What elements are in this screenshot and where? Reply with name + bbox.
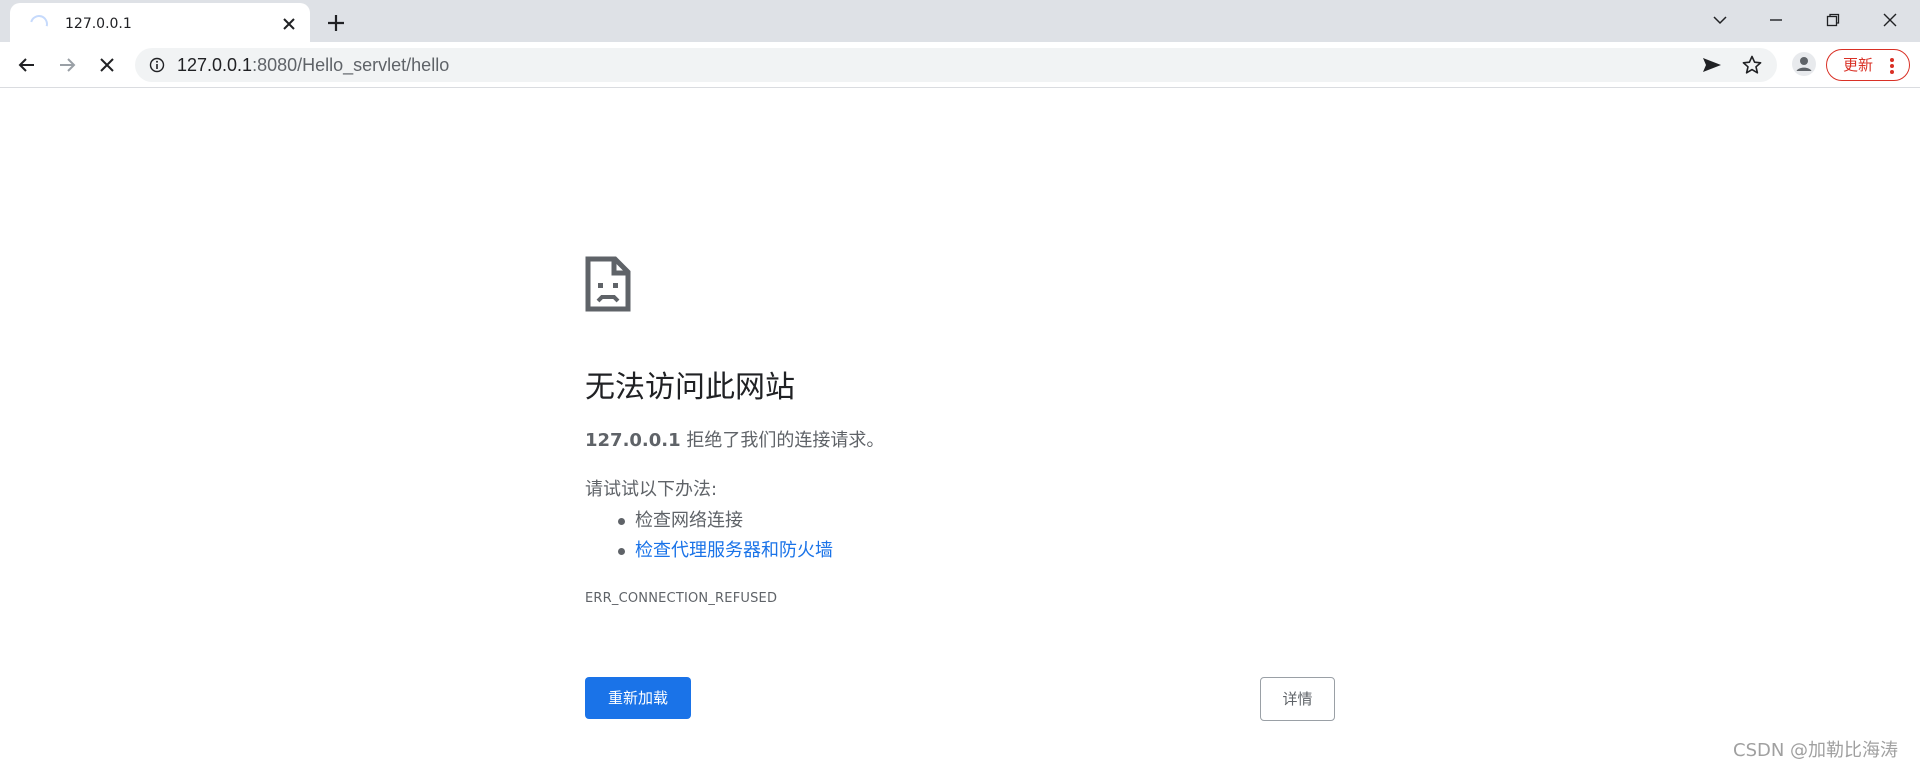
update-label: 更新 <box>1843 56 1874 74</box>
forward-arrow-icon[interactable] <box>52 50 82 80</box>
chevron-down-icon[interactable] <box>1700 6 1740 34</box>
url-text[interactable]: 127.0.0.1:8080/Hello_servlet/hello <box>177 55 449 75</box>
try-label: 请试试以下办法: <box>585 479 718 500</box>
info-icon[interactable] <box>149 57 165 73</box>
back-arrow-icon[interactable] <box>12 50 42 80</box>
loading-spinner-icon <box>26 11 52 37</box>
error-host: 127.0.0.1 <box>585 430 681 451</box>
address-bar[interactable]: 127.0.0.1:8080/Hello_servlet/hello <box>135 48 1777 82</box>
restore-icon[interactable] <box>1813 6 1853 34</box>
profile-icon[interactable] <box>1790 50 1818 78</box>
browser-toolbar: 127.0.0.1:8080/Hello_servlet/hello 更新 <box>0 42 1920 88</box>
error-code: ERR_CONNECTION_REFUSED <box>585 591 778 606</box>
update-button[interactable]: 更新 <box>1826 49 1910 81</box>
close-window-icon[interactable] <box>1870 6 1910 34</box>
tab-strip: 127.0.0.1 <box>0 0 1920 42</box>
tab-title: 127.0.0.1 <box>65 16 132 32</box>
plus-icon[interactable] <box>322 9 350 37</box>
tab-active[interactable]: 127.0.0.1 <box>10 3 310 42</box>
sad-page-icon <box>585 256 631 312</box>
error-title: 无法访问此网站 <box>585 370 795 405</box>
send-icon[interactable] <box>1700 53 1726 77</box>
close-icon[interactable] <box>278 13 300 35</box>
check-proxy-link[interactable]: 检查代理服务器和防火墙 <box>635 540 833 561</box>
url-host: 127.0.0.1 <box>177 55 253 75</box>
more-vert-icon[interactable] <box>1889 57 1895 75</box>
minimize-icon[interactable] <box>1756 6 1796 34</box>
watermark: CSDN @加勒比海涛 <box>1733 740 1899 761</box>
star-icon[interactable] <box>1740 53 1766 77</box>
suggestion-check-network: 检查网络连接 <box>585 506 833 536</box>
reload-button[interactable]: 重新加载 <box>585 677 691 719</box>
stop-icon[interactable] <box>92 50 122 80</box>
suggestion-check-proxy: 检查代理服务器和防火墙 <box>585 536 833 566</box>
error-description: 127.0.0.1 拒绝了我们的连接请求。 <box>585 430 884 452</box>
suggestion-list: 检查网络连接 检查代理服务器和防火墙 <box>585 506 833 566</box>
details-button[interactable]: 详情 <box>1260 677 1335 721</box>
url-path: :8080/Hello_servlet/hello <box>252 55 450 75</box>
error-message: 拒绝了我们的连接请求。 <box>680 430 885 451</box>
